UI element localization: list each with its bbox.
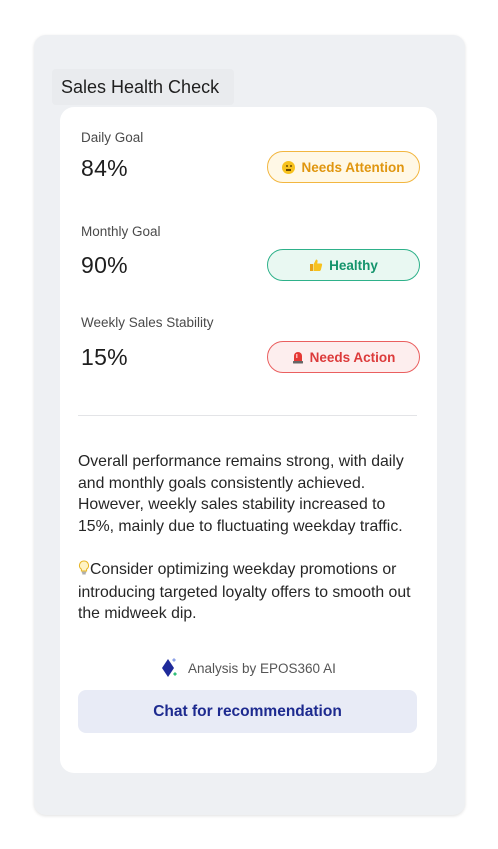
monthly-goal-label: Monthly Goal — [81, 224, 161, 239]
alarm-light-emoji-icon — [292, 350, 304, 364]
daily-goal-status-text: Needs Attention — [301, 159, 405, 175]
tip-text: Consider optimizing weekday promotions o… — [78, 561, 411, 622]
recommendation-tip: Consider optimizing weekday promotions o… — [78, 559, 424, 625]
daily-goal-value: 84% — [81, 155, 128, 181]
weekly-stability-label: Weekly Sales Stability — [81, 315, 214, 330]
performance-summary: Overall performance remains strong, with… — [78, 453, 404, 535]
thumbs-up-emoji-icon — [309, 258, 323, 272]
neutral-face-emoji-icon — [282, 160, 296, 174]
monthly-goal-status-text: Healthy — [329, 257, 378, 273]
monthly-goal-status-badge: Healthy — [267, 249, 420, 281]
monthly-goal-value: 90% — [81, 252, 128, 278]
chat-for-recommendation-button[interactable]: Chat for recommendation — [78, 690, 417, 733]
analysis-credit-text: Analysis by EPOS360 AI — [188, 660, 336, 676]
lightbulb-icon — [78, 560, 90, 582]
weekly-stability-value: 15% — [81, 344, 128, 370]
epos360-diamond-logo-icon — [160, 657, 178, 679]
panel-title: Sales Health Check — [52, 69, 234, 105]
weekly-stability-status-text: Needs Action — [309, 349, 396, 365]
analysis-credit: Analysis by EPOS360 AI — [160, 656, 336, 680]
weekly-stability-status-badge: Needs Action — [267, 341, 420, 373]
daily-goal-status-badge: Needs Attention — [267, 151, 420, 183]
divider — [78, 415, 417, 416]
daily-goal-label: Daily Goal — [81, 130, 144, 145]
